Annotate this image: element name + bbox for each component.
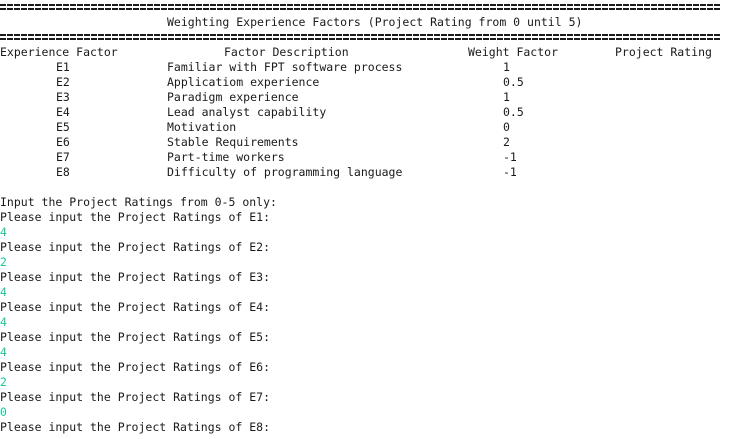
rating-input-e1: 4 [0, 225, 7, 239]
row-factor: E4 [56, 105, 70, 119]
rating-input-e7: 0 [0, 405, 7, 419]
row-factor: E7 [56, 150, 70, 164]
row-weight: 0.5 [503, 75, 524, 89]
prompt-e7: Please input the Project Ratings of E7: [0, 390, 271, 404]
prompt-e6: Please input the Project Ratings of E6: [0, 360, 271, 374]
instruction-text: Input the Project Ratings from 0-5 only: [0, 195, 277, 209]
header-experience-factor: Experience Factor [0, 45, 118, 59]
row-factor: E3 [56, 90, 70, 104]
row-weight: -1 [503, 165, 517, 179]
row-weight: 0 [503, 120, 510, 134]
header-divider [0, 32, 720, 41]
row-factor: E6 [56, 135, 70, 149]
row-description: Motivation [167, 120, 237, 134]
row-description: Stable Requirements [167, 135, 299, 149]
rating-input-e2: 2 [0, 255, 7, 269]
prompt-e4: Please input the Project Ratings of E4: [0, 300, 271, 314]
header-project-rating: Project Rating [615, 45, 712, 59]
row-factor: E5 [56, 120, 70, 134]
rating-input-e6: 2 [0, 375, 7, 389]
row-description: Applicatiom experience [167, 75, 320, 89]
row-weight: 2 [503, 135, 510, 149]
row-factor: E8 [56, 165, 70, 179]
row-description: Part-time workers [167, 150, 285, 164]
row-factor: E1 [56, 60, 70, 74]
row-weight: 1 [503, 60, 510, 74]
row-weight: 1 [503, 90, 510, 104]
top-divider [0, 2, 720, 11]
prompt-e1: Please input the Project Ratings of E1: [0, 210, 271, 224]
prompt-e3: Please input the Project Ratings of E3: [0, 270, 271, 284]
rating-input-e5: 4 [0, 345, 7, 359]
header-weight-factor: Weight Factor [468, 45, 559, 59]
prompt-e5: Please input the Project Ratings of E5: [0, 330, 271, 344]
row-factor: E2 [56, 75, 70, 89]
console-window: Weighting Experience Factors (Project Ra… [0, 0, 740, 439]
row-weight: 0.5 [503, 105, 524, 119]
row-description: Difficulty of programming language [167, 165, 403, 179]
row-description: Paradigm experience [167, 90, 299, 104]
page-title: Weighting Experience Factors (Project Ra… [167, 15, 583, 29]
prompt-e8: Please input the Project Ratings of E8: [0, 420, 271, 434]
row-weight: -1 [503, 150, 517, 164]
rating-input-e3: 4 [0, 285, 7, 299]
rating-input-e4: 4 [0, 315, 7, 329]
row-description: Lead analyst capability [167, 105, 327, 119]
header-factor-description: Factor Description [224, 45, 349, 59]
prompt-e2: Please input the Project Ratings of E2: [0, 240, 271, 254]
row-description: Familiar with FPT software process [167, 60, 403, 74]
